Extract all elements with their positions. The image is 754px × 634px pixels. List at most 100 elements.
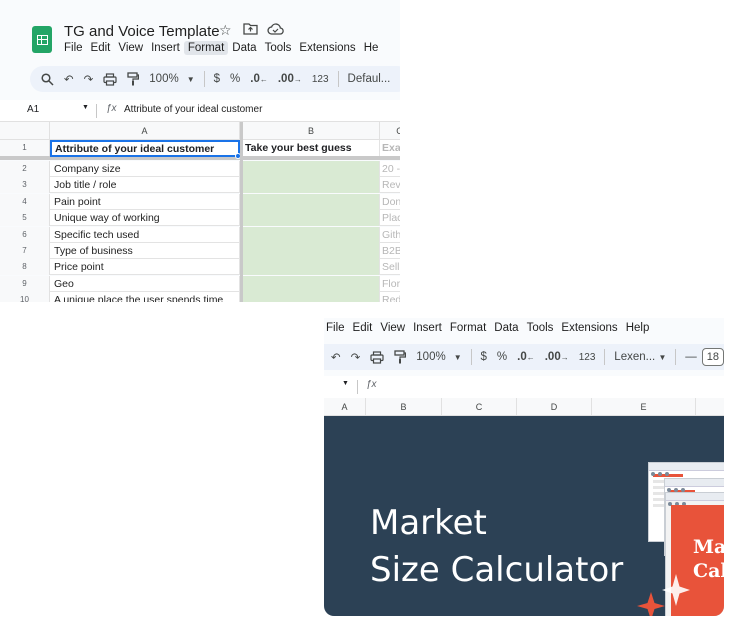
cell-b-guess[interactable]	[240, 243, 380, 259]
cell-c1[interactable]: Exa	[380, 140, 400, 156]
menu-help[interactable]: He	[360, 41, 383, 55]
undo-icon[interactable]: ↶	[326, 346, 346, 368]
menu-view[interactable]: View	[376, 321, 409, 335]
sheets-logo-icon[interactable]	[32, 26, 52, 53]
row-number[interactable]: 4	[0, 193, 50, 210]
redo-icon[interactable]: ↷	[346, 346, 366, 368]
print-icon[interactable]	[365, 346, 389, 368]
currency-format-button[interactable]: $	[476, 346, 492, 368]
row-number[interactable]: 2	[0, 161, 50, 177]
column-header-a[interactable]: A	[324, 398, 366, 416]
search-menus-icon[interactable]	[36, 68, 59, 90]
cell-b-guess[interactable]	[240, 259, 380, 276]
menu-file[interactable]: File	[324, 321, 349, 335]
cell-a[interactable]: Unique way of working	[50, 210, 240, 227]
menu-edit[interactable]: Edit	[87, 41, 115, 55]
menu-data[interactable]: Data	[490, 321, 522, 335]
name-box-dropdown-icon[interactable]: ▼	[342, 380, 349, 387]
column-header-c[interactable]: C	[380, 122, 400, 140]
paint-format-icon[interactable]	[122, 68, 144, 90]
column-header-b[interactable]: B	[240, 122, 380, 140]
menu-view[interactable]: View	[114, 41, 147, 55]
increase-decimal-button[interactable]: .00 →	[540, 346, 574, 368]
cell-b-guess[interactable]	[240, 226, 380, 243]
decrease-decimal-button[interactable]: .0 ←	[245, 68, 273, 90]
menu-file[interactable]: File	[60, 41, 87, 55]
row-number[interactable]: 9	[0, 275, 50, 292]
row-number[interactable]: 1	[0, 140, 50, 156]
column-header-b[interactable]: B	[366, 398, 442, 416]
row-number[interactable]: 5	[0, 210, 50, 227]
decrease-decimal-button[interactable]: .0 ←	[512, 346, 540, 368]
cell-a[interactable]: Type of business	[50, 243, 240, 259]
cell-b1[interactable]: Take your best guess	[243, 140, 380, 156]
undo-icon[interactable]: ↶	[59, 68, 79, 90]
font-size-input[interactable]: 18	[701, 348, 724, 366]
print-icon[interactable]	[98, 68, 122, 90]
column-header-e[interactable]: E	[592, 398, 696, 416]
cell-c[interactable]: B2B	[380, 243, 400, 259]
row-number[interactable]: 6	[0, 226, 50, 243]
cell-a[interactable]: Geo	[50, 275, 240, 292]
cell-a[interactable]: Job title / role	[50, 177, 240, 194]
star-icon[interactable]: ☆	[219, 22, 232, 39]
cell-b-guess[interactable]	[240, 275, 380, 292]
more-formats-button[interactable]: 123	[574, 346, 601, 368]
menu-extensions[interactable]: Extensions	[295, 41, 359, 55]
move-folder-icon[interactable]	[243, 22, 258, 38]
cell-b-guess[interactable]	[240, 292, 380, 302]
menu-tools[interactable]: Tools	[261, 41, 296, 55]
cell-b-guess[interactable]	[240, 210, 380, 227]
name-box[interactable]: A1	[27, 104, 39, 115]
font-select[interactable]: Lexen... ▼	[609, 346, 671, 368]
menu-help[interactable]: Help	[622, 321, 654, 335]
row-number[interactable]: 10	[0, 292, 50, 302]
percent-format-button[interactable]: %	[225, 68, 245, 90]
increase-decimal-button[interactable]: .00 →	[273, 68, 307, 90]
cell-b-guess[interactable]	[240, 193, 380, 210]
cell-a[interactable]: A unique place the user spends time	[50, 292, 240, 302]
menu-insert[interactable]: Insert	[147, 41, 184, 55]
decrease-font-size-button[interactable]: —	[680, 346, 702, 368]
cell-c[interactable]: Red	[380, 292, 400, 302]
cloud-saved-icon[interactable]	[267, 22, 284, 38]
cell-a[interactable]: Price point	[50, 259, 240, 276]
formula-input[interactable]: Attribute of your ideal customer	[124, 104, 262, 115]
paint-format-icon[interactable]	[389, 346, 411, 368]
menu-data[interactable]: Data	[228, 41, 260, 55]
menu-format[interactable]: Format	[183, 41, 229, 55]
cell-c[interactable]: Rev	[380, 177, 400, 193]
zoom-select[interactable]: 100% ▼	[411, 346, 466, 368]
column-header-a[interactable]: A	[50, 122, 240, 140]
cell-a[interactable]: Pain point	[50, 193, 240, 210]
name-box-dropdown-icon[interactable]: ▼	[82, 104, 89, 111]
menu-insert[interactable]: Insert	[409, 321, 446, 335]
row-number[interactable]: 3	[0, 177, 50, 194]
row-number[interactable]: 8	[0, 259, 50, 276]
selected-cell-a1[interactable]: Attribute of your ideal customer	[50, 140, 240, 157]
cell-b-guess[interactable]	[240, 177, 380, 194]
font-select[interactable]: Defaul...	[343, 68, 396, 90]
cell-c[interactable]: 20 -	[380, 161, 400, 177]
menu-tools[interactable]: Tools	[523, 321, 558, 335]
cell-c[interactable]: Flor	[380, 276, 400, 292]
cell-c[interactable]: Sell	[380, 259, 400, 275]
row-number[interactable]: 7	[0, 243, 50, 259]
currency-format-button[interactable]: $	[209, 68, 225, 90]
zoom-select[interactable]: 100% ▼	[144, 68, 199, 90]
menu-edit[interactable]: Edit	[349, 321, 377, 335]
cell-b-guess[interactable]	[240, 161, 380, 177]
cell-c[interactable]: Plac	[380, 210, 400, 226]
column-header-f[interactable]	[696, 398, 724, 416]
percent-format-button[interactable]: %	[492, 346, 512, 368]
cell-c[interactable]: Don	[380, 194, 400, 210]
more-formats-button[interactable]: 123	[307, 68, 334, 90]
column-header-d[interactable]: D	[517, 398, 592, 416]
redo-icon[interactable]: ↷	[79, 68, 99, 90]
cell-a[interactable]: Company size	[50, 161, 240, 177]
column-header-c[interactable]: C	[442, 398, 517, 416]
cell-c[interactable]: Gith	[380, 227, 400, 243]
menu-extensions[interactable]: Extensions	[557, 321, 621, 335]
cell-a[interactable]: Specific tech used	[50, 226, 240, 243]
menu-format[interactable]: Format	[446, 321, 490, 335]
